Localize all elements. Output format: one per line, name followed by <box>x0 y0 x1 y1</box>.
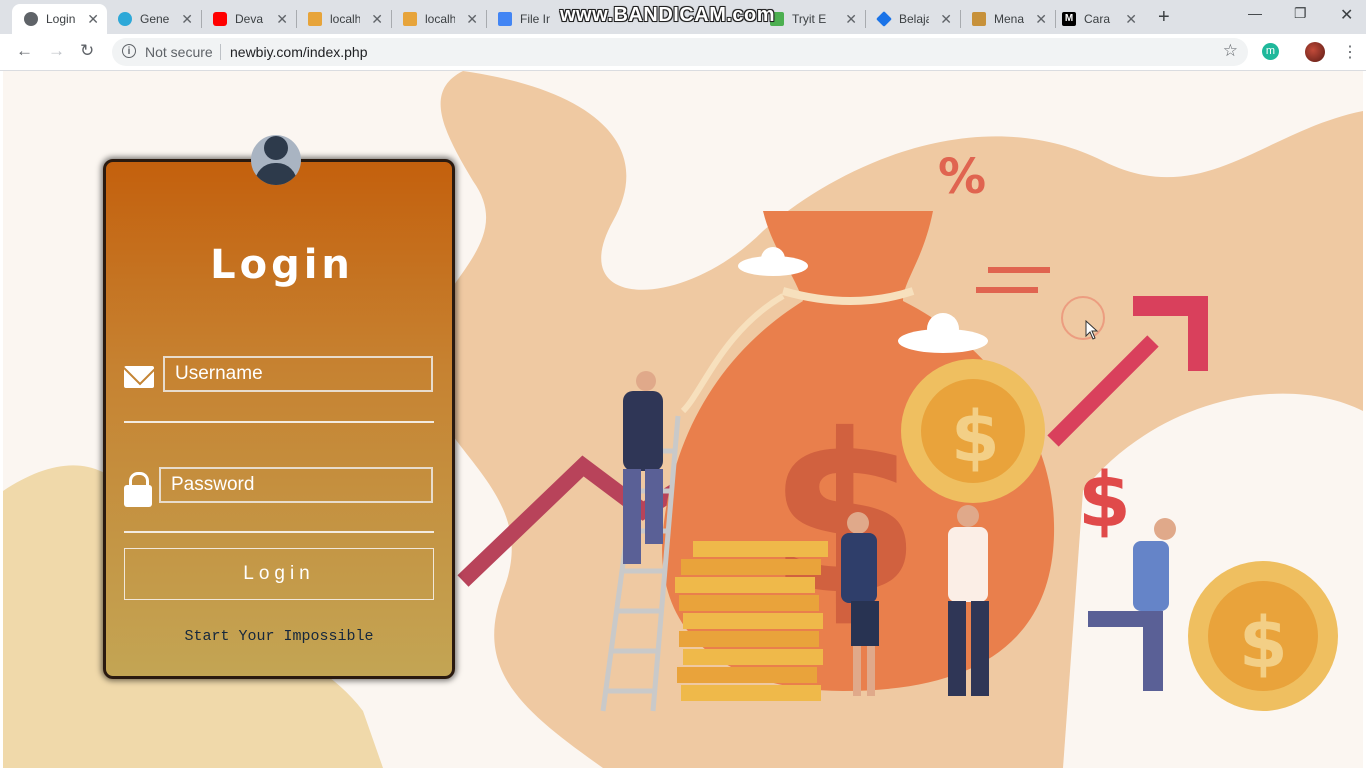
tab-label: Belaja <box>899 12 929 26</box>
tab-item[interactable]: Belaja ✕ <box>865 4 960 34</box>
user-avatar-icon <box>251 135 301 185</box>
login-card: Login Login Start Your Impossible <box>103 159 455 679</box>
tab-item[interactable]: M Cara ✕ <box>1050 4 1145 34</box>
percent-sign: % <box>938 149 986 205</box>
back-icon[interactable]: ← <box>16 41 33 61</box>
login-title: Login <box>210 242 354 288</box>
tab-label: Tryit E <box>792 12 827 26</box>
comic-icon <box>972 12 986 26</box>
medium-icon: M <box>1062 12 1076 26</box>
tab-label: Login <box>46 12 76 26</box>
url-divider <box>220 44 221 60</box>
minimize-icon[interactable]: — <box>1248 5 1262 21</box>
browser-toolbar: ← → ↻ i Not secure newbiy.com/index.php … <box>0 34 1366 71</box>
cloud <box>927 313 959 345</box>
tab-label: Mena <box>994 12 1024 26</box>
forward-icon[interactable]: → <box>48 41 65 61</box>
new-tab-button[interactable]: + <box>1158 6 1170 29</box>
window-close-icon[interactable]: ✕ <box>1340 5 1353 25</box>
username-underline <box>124 421 434 423</box>
tab-label: Deva <box>235 12 264 26</box>
close-icon[interactable]: ✕ <box>940 11 952 28</box>
bookmark-star-icon[interactable]: ☆ <box>1223 41 1238 61</box>
tab-label: File In <box>520 12 550 26</box>
tab-item[interactable]: localh ✕ <box>296 4 391 34</box>
coin-dollar-sign: $ <box>951 396 1000 478</box>
close-icon[interactable]: ✕ <box>466 11 478 28</box>
phpmyadmin-icon <box>308 12 322 26</box>
close-icon[interactable]: ✕ <box>371 11 383 28</box>
code-icon <box>876 11 892 27</box>
login-button[interactable]: Login <box>124 548 434 600</box>
cloud <box>761 247 785 271</box>
close-icon[interactable]: ✕ <box>845 11 857 28</box>
recorder-watermark: www.BANDICAM.com <box>560 4 776 26</box>
lock-icon <box>124 472 152 508</box>
url-text[interactable]: newbiy.com/index.php <box>230 44 367 60</box>
tab-label: localh <box>425 12 455 26</box>
close-icon[interactable]: ✕ <box>1125 11 1137 28</box>
tab-item[interactable]: Gener ✕ <box>106 4 201 34</box>
security-label[interactable]: Not secure <box>145 44 213 60</box>
phpmyadmin-icon <box>403 12 417 26</box>
page-content: $ % $ $ $ Login Username Login Start You… <box>3 71 1363 768</box>
globe-icon <box>24 12 38 26</box>
coin-dollar-sign: $ <box>1239 602 1288 684</box>
browser-tab-strip: Login ✕ Gener ✕ Deva ✕ localh ✕ localh ✕… <box>0 0 1366 34</box>
mouse-cursor-icon <box>1085 320 1099 340</box>
restore-icon[interactable]: ❐ <box>1294 5 1307 22</box>
password-input[interactable] <box>159 467 433 503</box>
password-underline <box>124 531 434 533</box>
username-input[interactable] <box>163 356 433 392</box>
close-icon[interactable]: ✕ <box>1035 11 1047 28</box>
tab-item[interactable]: Tryit E ✕ <box>770 4 865 34</box>
tab-login[interactable]: Login ✕ <box>12 4 107 34</box>
close-icon[interactable]: ✕ <box>276 11 288 28</box>
tagline: Start Your Impossible <box>184 628 374 645</box>
info-icon[interactable]: i <box>122 44 136 58</box>
mail-icon <box>124 366 154 388</box>
tab-item[interactable]: Mena ✕ <box>960 4 1055 34</box>
tab-item[interactable]: localh ✕ <box>391 4 486 34</box>
red-dollar-sign: $ <box>1078 455 1131 544</box>
tab-label: Cara <box>1084 12 1111 26</box>
address-bar[interactable]: i Not secure newbiy.com/index.php ☆ <box>112 38 1248 66</box>
reload-icon[interactable]: ↻ <box>80 41 94 61</box>
equals-bar <box>988 267 1050 273</box>
tab-label: Gener <box>140 12 170 26</box>
equals-bar <box>976 287 1038 293</box>
extension-icon[interactable]: m <box>1262 43 1279 60</box>
flag-icon <box>498 12 512 26</box>
menu-kebab-icon[interactable]: ⋮ <box>1342 42 1358 62</box>
tab-item[interactable]: Deva ✕ <box>201 4 296 34</box>
app-icon <box>118 12 132 26</box>
coin-stack <box>675 541 828 701</box>
profile-avatar[interactable] <box>1305 42 1325 62</box>
youtube-icon <box>213 12 227 26</box>
tab-label: localh <box>330 12 360 26</box>
close-icon[interactable]: ✕ <box>87 11 99 28</box>
close-icon[interactable]: ✕ <box>181 11 193 28</box>
